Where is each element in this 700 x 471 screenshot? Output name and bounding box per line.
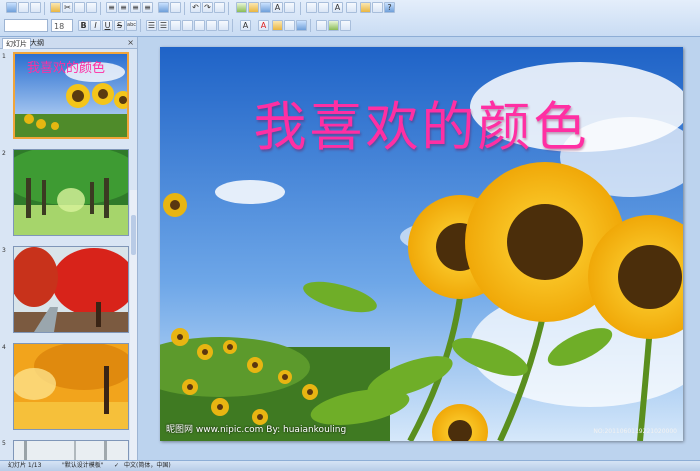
find-icon[interactable] [360,2,371,13]
shapes-icon[interactable] [158,2,169,13]
align-left-icon[interactable]: ≡ [106,2,117,13]
increase-indent-icon[interactable] [182,20,193,31]
shape-outline-icon[interactable] [284,20,295,31]
line-spacing-icon[interactable] [346,2,357,13]
text-shadow-button[interactable]: abc [126,20,137,31]
thumbnail-scrollbar[interactable] [130,190,137,460]
design-icon[interactable] [316,20,327,31]
animation-icon[interactable] [328,20,339,31]
slide-thumbnail-1[interactable]: 我喜欢的颜色 [13,52,129,139]
help-icon[interactable]: ? [384,2,395,13]
font-size-box[interactable]: 18 [51,19,73,32]
paste-icon[interactable] [50,2,61,13]
redo-icon[interactable]: ↷ [202,2,213,13]
quick-style-icon[interactable] [214,2,225,13]
italic-button[interactable]: I [90,20,101,31]
font-name-box[interactable] [4,19,48,32]
slide-layout-icon[interactable] [6,2,17,13]
slide-thumbnail-2[interactable] [13,149,129,236]
slide-thumbnail-3[interactable] [13,246,129,333]
insert-picture-icon[interactable] [248,2,259,13]
green-forest-thumbnail-image [14,150,128,235]
slide-number: 4 [2,344,6,351]
delete-slide-icon[interactable] [30,2,41,13]
slide-thumbnail-4[interactable] [13,343,129,430]
insert-table-icon[interactable] [236,2,247,13]
slide-editing-area: 我喜欢的颜色 昵图网 www.nipic.com By: huaiankouli… [138,37,700,460]
transition-icon[interactable] [340,20,351,31]
strikethrough-button[interactable]: S [114,20,125,31]
insert-textbox-icon[interactable]: A [272,2,283,13]
text-direction-icon[interactable]: A [332,2,343,13]
underline-button[interactable]: U [102,20,113,31]
yellow-autumn-thumbnail-image [14,344,128,429]
copy-icon[interactable] [74,2,85,13]
smartart-icon[interactable] [218,20,229,31]
thumbnail-title: 我喜欢的颜色 [27,61,106,76]
image-id-watermark: NO:2011060119221020000 [593,428,677,435]
scrollbar-thumb[interactable] [131,215,136,255]
cut-icon[interactable]: ✂ [62,2,73,13]
justify-icon[interactable]: ≡ [142,2,153,13]
tab-outline[interactable]: 大纲 [27,38,47,48]
slide-thumbnail-5[interactable] [13,440,129,460]
text-align-icon[interactable] [206,20,217,31]
close-panel-icon[interactable]: × [127,37,134,48]
zoom-icon[interactable] [318,2,329,13]
align-center-icon[interactable]: ≡ [118,2,129,13]
slide-number: 1 [2,53,6,60]
slide-title[interactable]: 我喜欢的颜色 [160,85,683,161]
bullets-icon[interactable]: ☰ [146,20,157,31]
undo-icon[interactable]: ↶ [190,2,201,13]
insert-wordart-icon[interactable] [284,2,295,13]
slide-thumbnail-panel: 幻灯片 大纲 × 1 我喜欢的颜色 2 3 4 5 [0,37,138,460]
font-color-button[interactable]: A [258,20,269,31]
align-right-icon[interactable]: ≡ [130,2,141,13]
slide-number: 3 [2,247,6,254]
panel-tabs: 幻灯片 大纲 × [0,37,137,49]
status-bar: 幻灯片 1/13 "默认设计模板" ✓ 中文(简体，中国) [0,460,700,471]
slide-number: 2 [2,150,6,157]
slide-number: 5 [2,440,6,447]
toolbar-area: ✂ ≡ ≡ ≡ ≡ ↶ ↷ A A ? 18 B I U S abc ☰ ☰ A… [0,0,700,37]
select-icon[interactable] [372,2,383,13]
shape-fill-icon[interactable] [272,20,283,31]
insert-chart-icon[interactable] [260,2,271,13]
decrease-indent-icon[interactable] [170,20,181,31]
winter-thumbnail-image [14,441,128,460]
arrange-icon[interactable] [170,2,181,13]
bold-button[interactable]: B [78,20,89,31]
columns-icon[interactable] [194,20,205,31]
numbering-icon[interactable]: ☰ [158,20,169,31]
new-slide-icon[interactable] [18,2,29,13]
font-grow-icon[interactable]: A [240,20,251,31]
shape-effects-icon[interactable] [296,20,307,31]
image-watermark: 昵图网 www.nipic.com By: huaiankouling [166,425,347,435]
red-maple-thumbnail-image [14,247,128,332]
slideshow-icon[interactable] [306,2,317,13]
format-painter-icon[interactable] [86,2,97,13]
current-slide[interactable]: 我喜欢的颜色 昵图网 www.nipic.com By: huaiankouli… [160,47,683,441]
